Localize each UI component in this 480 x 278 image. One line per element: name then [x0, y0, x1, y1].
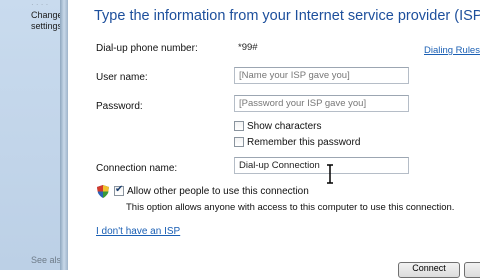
dialing-rules-link[interactable]: Dialing Rules — [424, 45, 480, 56]
background-window-text: Change — [31, 10, 63, 20]
show-characters-label[interactable]: Show characters — [247, 121, 321, 132]
background-window-ghost-text: · · · · — [31, 0, 49, 9]
page-title: Type the information from your Internet … — [94, 8, 480, 24]
uac-shield-icon — [97, 185, 109, 198]
cancel-button[interactable] — [464, 262, 480, 278]
password-label: Password: — [96, 101, 143, 112]
allow-others-checkbox[interactable] — [114, 184, 124, 196]
phone-number-field[interactable]: *99# — [234, 40, 409, 57]
text-cursor-icon — [327, 164, 333, 184]
user-name-label: User name: — [96, 72, 148, 83]
password-field[interactable]: [Password your ISP gave you] — [234, 95, 409, 112]
connect-button[interactable]: Connect — [398, 262, 460, 278]
allow-others-label[interactable]: Allow other people to use this connectio… — [127, 186, 309, 197]
user-name-field[interactable]: [Name your ISP gave you] — [234, 67, 409, 84]
remember-password-checkbox[interactable] — [234, 137, 244, 147]
connection-name-field[interactable]: Dial-up Connection — [234, 157, 409, 174]
allow-others-note: This option allows anyone with access to… — [126, 202, 455, 213]
no-isp-link[interactable]: I don't have an ISP — [96, 226, 180, 237]
background-window: · · · · Change settings See also — [0, 0, 68, 270]
background-window-text: settings — [31, 21, 63, 31]
phone-number-label: Dial-up phone number: — [96, 43, 198, 54]
window-border — [60, 0, 68, 270]
remember-password-label[interactable]: Remember this password — [247, 137, 360, 148]
show-characters-checkbox[interactable] — [234, 121, 244, 131]
connection-name-label: Connection name: — [96, 163, 178, 174]
